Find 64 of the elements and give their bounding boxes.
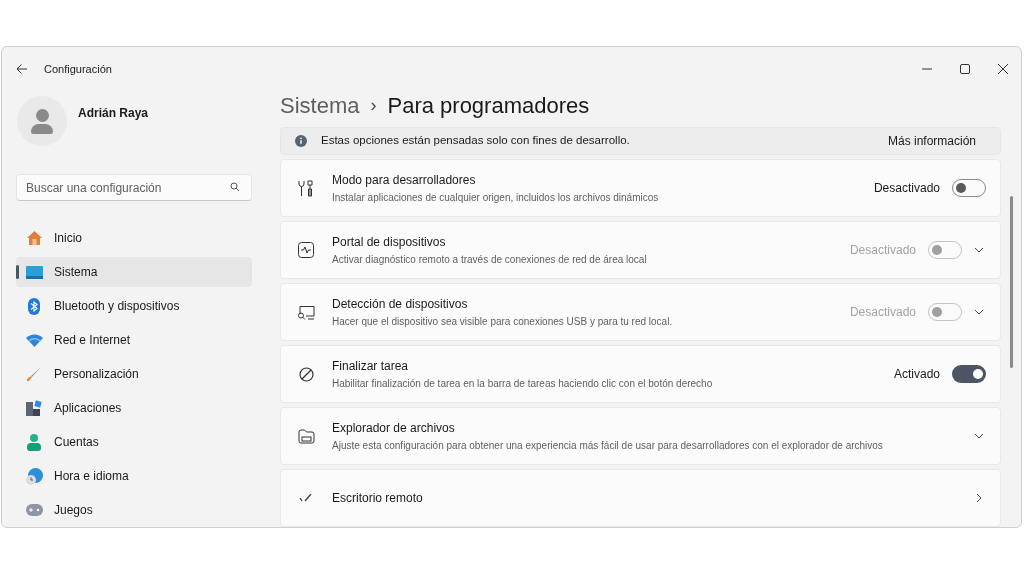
toggle-switch[interactable]: [952, 365, 986, 383]
apps-icon: [26, 400, 42, 416]
search-icon[interactable]: [230, 182, 240, 192]
close-icon[interactable]: [998, 64, 1008, 74]
chevron-down-icon[interactable]: [974, 245, 984, 255]
breadcrumb-link[interactable]: Sistema: [280, 89, 360, 122]
nav-item[interactable]: Sistema: [16, 257, 252, 287]
more-info-link[interactable]: Más información: [887, 132, 976, 150]
nav-item[interactable]: Aplicaciones: [16, 393, 252, 423]
nav-item[interactable]: Personalización: [16, 359, 252, 389]
tools-icon: [298, 179, 314, 197]
nav-item[interactable]: Red e Internet: [16, 325, 252, 355]
nav-item[interactable]: Juegos: [16, 495, 252, 525]
nav-item[interactable]: Inicio: [16, 223, 252, 253]
search-field[interactable]: Buscar una configuración: [16, 174, 252, 201]
setting-title: Escritorio remoto: [332, 490, 423, 507]
toggle-state-label: Desactivado: [849, 242, 916, 259]
setting-card[interactable]: Modo para desarrolladores Instalar aplicaciones de cualquier origen, incluidos los archivos dinámicos Desactivado: [280, 159, 1001, 217]
monitor-icon: [25, 265, 43, 279]
setting-title: Detección de dispositivos: [332, 296, 469, 313]
brush-icon: [26, 366, 42, 382]
chevron-right-icon[interactable]: [974, 493, 984, 503]
setting-description: Instalar aplicaciones de cualquier origen, incluidos los archivos dinámicos: [332, 191, 659, 205]
wifi-icon: [25, 333, 43, 347]
setting-title: Modo para desarrolladores: [332, 172, 477, 189]
breadcrumb-separator: ›: [370, 94, 377, 117]
setting-card[interactable]: Explorador de archivos Ajuste esta configuración para obtener una experiencia más fácil de usar para desarrolladores con el explorador de archivos: [280, 407, 1001, 465]
setting-card[interactable]: Finalizar tarea Habilitar finalización de tarea en la barra de tareas haciendo clic con el botón derecho Activado: [280, 345, 1001, 403]
prohibited-icon: [298, 366, 314, 382]
setting-title: Explorador de archivos: [332, 420, 456, 437]
toggle-state-label: Activado: [893, 366, 940, 383]
gamepad-icon: [25, 504, 43, 516]
page-title: Para programadores: [387, 92, 590, 120]
monitor-search-icon: [297, 304, 315, 320]
remote-icon: [298, 494, 314, 502]
person-icon: [27, 433, 41, 451]
toggle-state-label: Desactivado: [873, 180, 940, 197]
globe-clock-icon: [25, 467, 43, 485]
back-arrow-icon[interactable]: [16, 63, 28, 75]
setting-description: Ajuste esta configuración para obtener una experiencia más fácil de usar para desarrolladores con el explorador de archivos: [332, 439, 883, 453]
user-name: Adrián Raya: [78, 105, 149, 122]
toggle-state-label: Desactivado: [849, 304, 916, 321]
house-icon: [25, 230, 43, 246]
setting-card[interactable]: Escritorio remoto: [280, 469, 1001, 527]
pulse-icon: [298, 242, 314, 258]
chevron-down-icon[interactable]: [974, 431, 984, 441]
selection-indicator: [16, 265, 19, 279]
setting-title: Portal de dispositivos: [332, 234, 447, 251]
window-title: Configuración: [44, 61, 112, 77]
setting-description: Activar diagnóstico remoto a través de conexiones de red de área local: [332, 253, 647, 267]
setting-description: Habilitar finalización de tarea en la barra de tareas haciendo clic con el botón derecho: [332, 377, 713, 391]
nav-item[interactable]: Hora e idioma: [16, 461, 252, 491]
chevron-down-icon[interactable]: [974, 307, 984, 317]
scrollbar[interactable]: [1009, 196, 1013, 368]
setting-description: Hacer que el dispositivo sea visible para conexiones USB y para tu red local.: [332, 315, 673, 329]
folder-icon: [297, 428, 315, 444]
info-text: Estas opciones están pensadas solo con fines de desarrollo.: [321, 133, 630, 149]
maximize-icon[interactable]: [960, 64, 970, 74]
info-icon: [295, 135, 307, 147]
bluetooth-icon: [28, 297, 40, 315]
nav-item[interactable]: Cuentas: [16, 427, 252, 457]
setting-title: Finalizar tarea: [332, 358, 410, 375]
avatar: [17, 96, 67, 146]
nav-item[interactable]: Bluetooth y dispositivos: [16, 291, 252, 321]
